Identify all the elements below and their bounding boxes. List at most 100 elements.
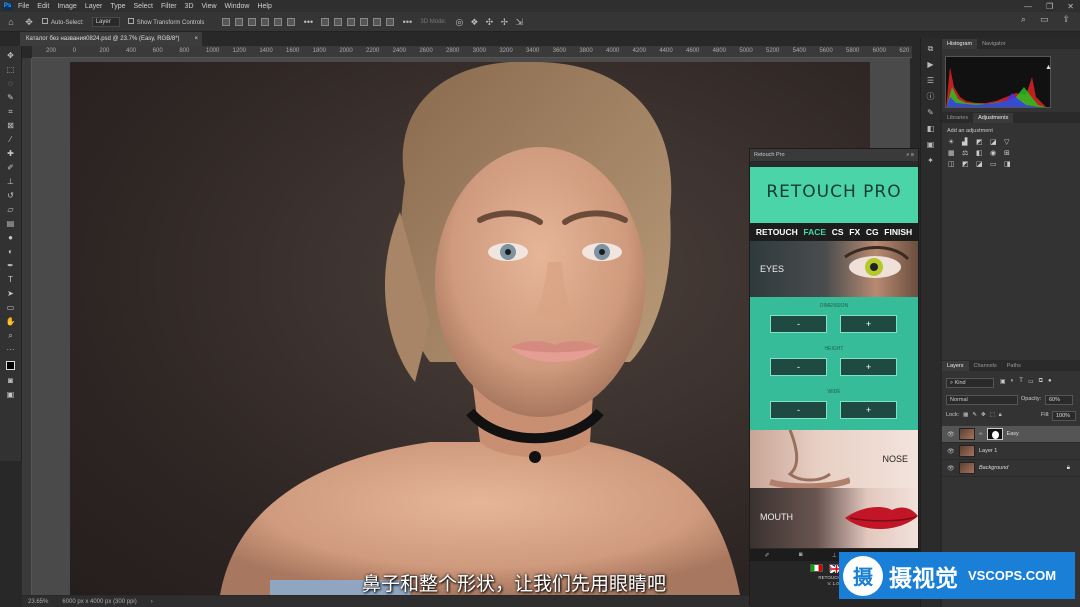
distribute-1-icon[interactable]: [321, 17, 330, 26]
nav-retouch[interactable]: RETOUCH: [756, 227, 798, 237]
distribute-3-icon[interactable]: [347, 17, 356, 26]
visibility-eye-icon[interactable]: 👁︎: [947, 465, 955, 472]
visibility-eye-icon[interactable]: 👁︎: [947, 448, 955, 455]
show-transform-checkbox[interactable]: Show Transform Controls: [127, 17, 204, 26]
play-actions-icon[interactable]: ▶: [926, 60, 936, 70]
3d-orbit-icon[interactable]: ◎: [454, 17, 464, 27]
lock-move-icon[interactable]: ✥: [981, 412, 986, 419]
stamp-icon[interactable]: ⊥: [832, 552, 837, 559]
more-options-icon[interactable]: •••: [303, 17, 313, 27]
panel-menu-icon[interactable]: » ≡: [906, 152, 914, 158]
filter-smart-icon[interactable]: ⧉: [1039, 378, 1043, 385]
filter-type-icon[interactable]: T: [1019, 378, 1023, 385]
screen-mode-icon[interactable]: ▣: [4, 388, 18, 401]
curves-icon[interactable]: ◩: [976, 139, 984, 147]
align-bottom-icon[interactable]: [287, 17, 296, 26]
move-tool-icon[interactable]: ✥: [4, 49, 18, 62]
history-icon[interactable]: ⧉: [926, 44, 936, 54]
menu-select[interactable]: Select: [134, 3, 153, 10]
zoom-level[interactable]: 23.65%: [28, 599, 48, 605]
layer-name[interactable]: Layer 1: [979, 448, 997, 454]
hand-tool-icon[interactable]: ✋: [4, 315, 18, 328]
filter-adjust-icon[interactable]: ◐: [1011, 378, 1015, 385]
vibrance-icon[interactable]: ▽: [1004, 139, 1012, 147]
retouch-pro-panel-icon[interactable]: ▣: [926, 140, 936, 150]
pen-tool-icon[interactable]: ✒: [4, 259, 18, 272]
eyedropper-tool-icon[interactable]: ⁄: [4, 133, 18, 146]
distribute-2-icon[interactable]: [334, 17, 343, 26]
healing-brush-tool-icon[interactable]: ✚: [4, 147, 18, 160]
brightness-icon[interactable]: ☀: [948, 139, 956, 147]
extension-icon[interactable]: ✦: [926, 156, 936, 166]
3d-roll-icon[interactable]: ❖: [469, 17, 479, 27]
marquee-tool-icon[interactable]: ⬚: [4, 63, 18, 76]
menu-type[interactable]: Type: [110, 3, 125, 10]
shape-tool-icon[interactable]: ▭: [4, 301, 18, 314]
hue-sat-icon[interactable]: ▦: [948, 150, 956, 158]
height-minus-button[interactable]: -: [770, 358, 827, 376]
type-tool-icon[interactable]: T: [4, 273, 18, 286]
tab-channels[interactable]: Channels: [969, 361, 1002, 371]
search-icon[interactable]: ⌕: [1021, 14, 1026, 25]
menu-image[interactable]: Image: [57, 3, 76, 10]
menu-window[interactable]: Window: [225, 3, 250, 10]
menu-filter[interactable]: Filter: [161, 3, 177, 10]
align-center-icon[interactable]: [235, 17, 244, 26]
gradient-map-icon[interactable]: ▭: [990, 161, 998, 169]
nav-cs[interactable]: CS: [832, 227, 844, 237]
layer-name[interactable]: Easy: [1007, 431, 1019, 437]
menu-help[interactable]: Help: [257, 3, 271, 10]
tab-navigator[interactable]: Navigator: [977, 39, 1011, 49]
menu-layer[interactable]: Layer: [85, 3, 103, 10]
filter-toggle-icon[interactable]: ●: [1048, 378, 1052, 385]
crop-tool-icon[interactable]: ⌗: [4, 105, 18, 118]
move-tool-icon[interactable]: ✥: [24, 17, 34, 27]
nose-section[interactable]: NOSE: [750, 430, 918, 488]
properties-icon[interactable]: ☰: [926, 76, 936, 86]
auto-select-target-dropdown[interactable]: Layer: [91, 16, 120, 27]
quick-select-tool-icon[interactable]: ✎: [4, 91, 18, 104]
minimize-icon[interactable]: —: [1024, 2, 1032, 11]
layer-name[interactable]: Background: [979, 465, 1008, 471]
threshold-icon[interactable]: ◪: [976, 161, 984, 169]
histogram-warning-icon[interactable]: ▲: [1045, 64, 1052, 71]
quick-mask-icon[interactable]: ◙: [4, 374, 18, 387]
layer-kind-filter[interactable]: ⌕ Kind: [946, 378, 994, 388]
workspace-icon[interactable]: ▭: [1040, 14, 1049, 25]
menu-3d[interactable]: 3D: [185, 3, 194, 10]
document-tab-close-icon[interactable]: ×: [194, 36, 198, 42]
tab-layers[interactable]: Layers: [942, 361, 969, 371]
visibility-eye-icon[interactable]: 👁︎: [947, 431, 955, 438]
channel-mixer-icon[interactable]: ⊞: [1004, 150, 1012, 158]
nav-finish[interactable]: FINISH: [884, 227, 912, 237]
distribute-5-icon[interactable]: [373, 17, 382, 26]
dimension-minus-button[interactable]: -: [770, 315, 827, 333]
eyes-section[interactable]: EYES: [750, 241, 918, 297]
nav-fx[interactable]: FX: [849, 227, 860, 237]
clone-stamp-tool-icon[interactable]: ⊥: [4, 175, 18, 188]
distribute-6-icon[interactable]: [386, 17, 395, 26]
flag-italy-icon[interactable]: [809, 564, 823, 572]
status-arrow-icon[interactable]: ›: [151, 599, 153, 605]
brush-settings-icon[interactable]: ✎: [926, 108, 936, 118]
path-select-tool-icon[interactable]: ➤: [4, 287, 18, 300]
height-plus-button[interactable]: +: [840, 358, 897, 376]
align-top-icon[interactable]: [261, 17, 270, 26]
posterize-icon[interactable]: ◩: [962, 161, 970, 169]
gradient-tool-icon[interactable]: ▤: [4, 217, 18, 230]
opacity-input[interactable]: 60%: [1045, 395, 1073, 405]
align-middle-icon[interactable]: [274, 17, 283, 26]
lock-paint-icon[interactable]: ✎: [972, 412, 977, 419]
home-icon[interactable]: ⌂: [6, 17, 16, 27]
dimension-plus-button[interactable]: +: [840, 315, 897, 333]
exposure-icon[interactable]: ◪: [990, 139, 998, 147]
camera-icon[interactable]: ◙: [799, 552, 803, 558]
menu-view[interactable]: View: [202, 3, 217, 10]
tab-libraries[interactable]: Libraries: [942, 113, 973, 123]
layer-mask-thumbnail[interactable]: [986, 428, 1003, 440]
pen-icon[interactable]: ✐: [765, 552, 770, 559]
nav-face[interactable]: FACE: [803, 227, 826, 237]
frame-tool-icon[interactable]: ⊠: [4, 119, 18, 132]
more-tools-icon[interactable]: ···: [4, 343, 18, 356]
nav-cg[interactable]: CG: [866, 227, 879, 237]
